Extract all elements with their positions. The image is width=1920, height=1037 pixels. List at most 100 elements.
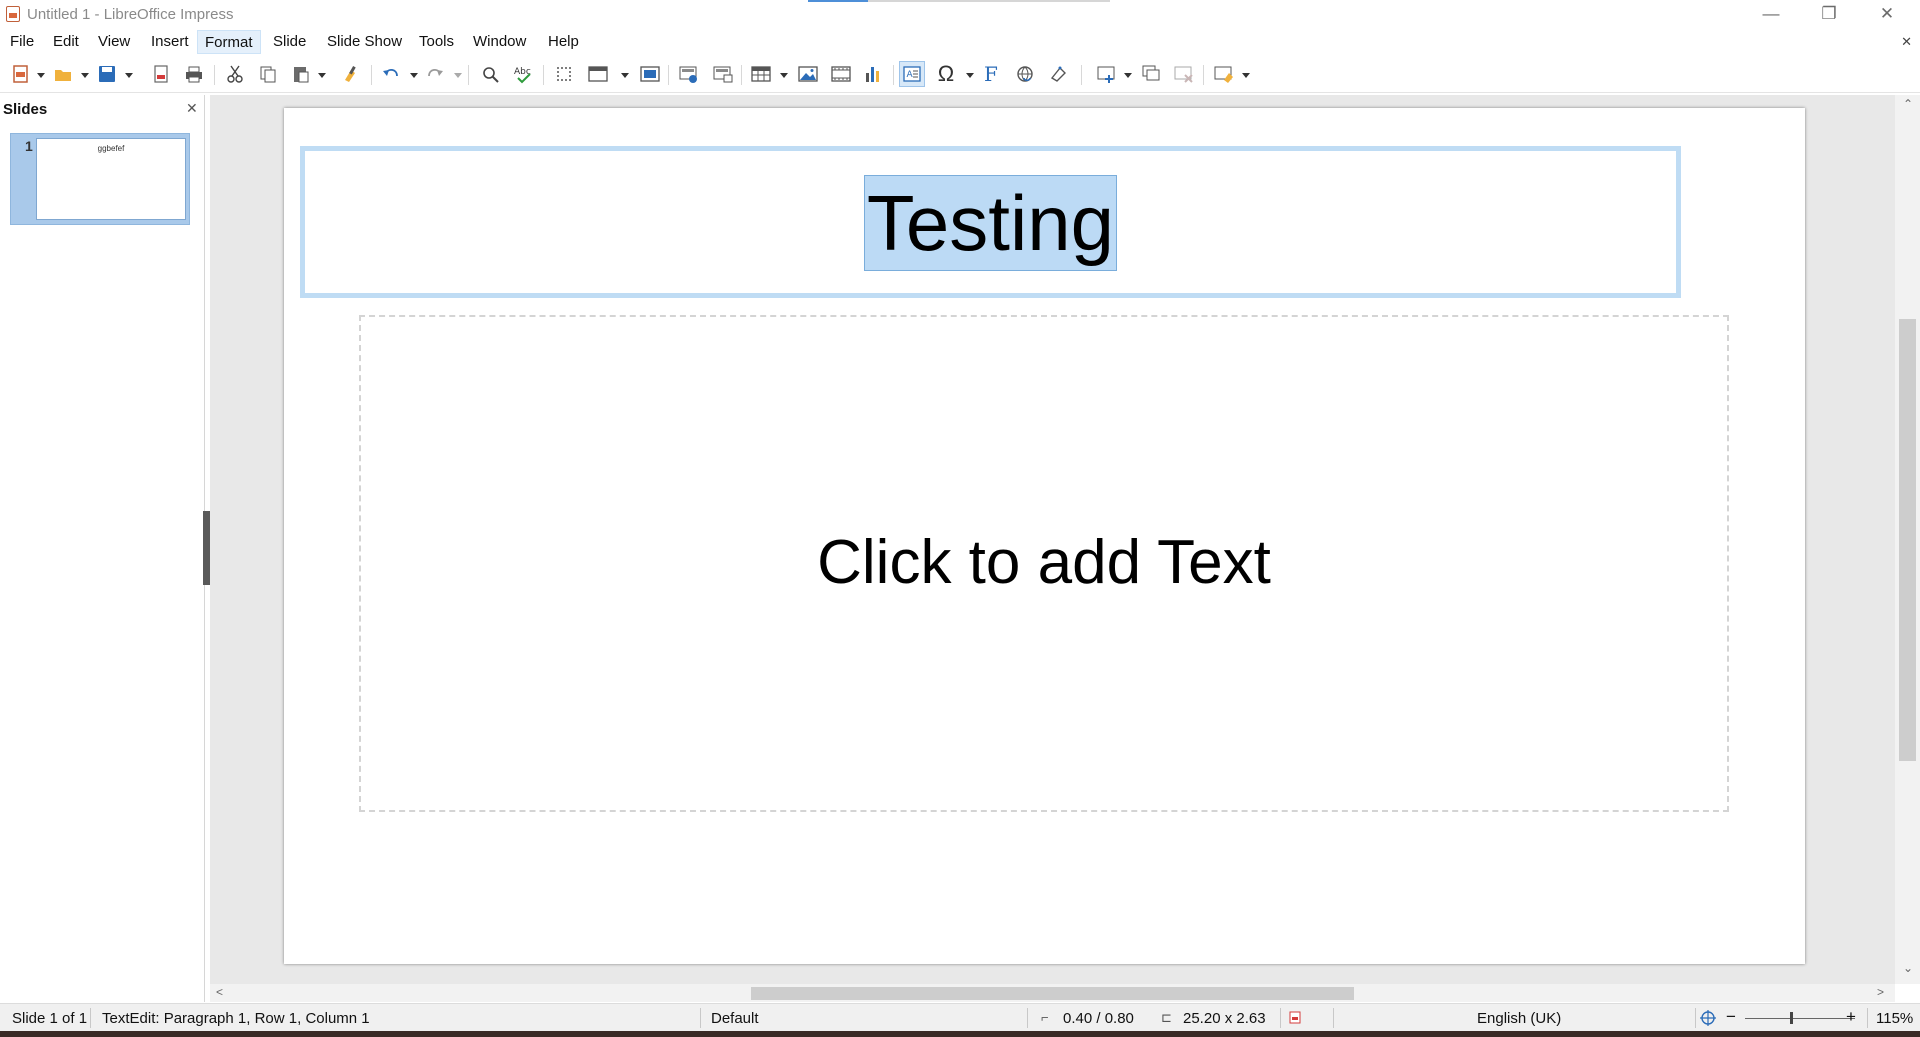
slide-workspace: Testing Click to add Text [210, 95, 1895, 984]
close-document-icon[interactable]: ✕ [1901, 34, 1912, 50]
horizontal-scrollbar[interactable]: < > [210, 984, 1895, 1002]
edit-mode-status: TextEdit: Paragraph 1, Row 1, Column 1 [102, 1010, 370, 1027]
title-bar: Untitled 1 - LibreOffice Impress — ❐ ✕ [0, 0, 1920, 28]
save-dropdown-arrow[interactable] [125, 73, 133, 78]
paste-icon[interactable] [288, 61, 314, 87]
redo-dropdown-arrow[interactable] [454, 73, 462, 78]
spelling-icon[interactable]: Abc [510, 61, 536, 87]
find-replace-icon[interactable] [477, 61, 503, 87]
standard-toolbar: Abc A Ω F [0, 57, 1920, 93]
fontwork-icon[interactable]: F [978, 61, 1004, 87]
save-icon[interactable] [94, 61, 120, 87]
new-slide-icon[interactable] [1094, 61, 1120, 87]
image-icon[interactable] [795, 61, 821, 87]
title-text-box[interactable]: Testing [300, 146, 1681, 298]
display-views-icon[interactable] [585, 61, 611, 87]
impress-app-icon [6, 6, 20, 22]
new-icon[interactable] [8, 61, 34, 87]
paste-dropdown-arrow[interactable] [318, 73, 326, 78]
start-first-slide-icon[interactable] [676, 61, 702, 87]
scroll-up-arrow[interactable]: ⌃ [1903, 97, 1913, 111]
menu-edit[interactable]: Edit [46, 30, 86, 54]
grid-icon[interactable] [551, 61, 577, 87]
scroll-right-arrow[interactable]: > [1877, 985, 1884, 999]
close-window-button[interactable]: ✕ [1859, 0, 1915, 28]
media-icon[interactable] [828, 61, 854, 87]
special-character-icon[interactable]: Ω [933, 61, 959, 87]
document-modified-icon[interactable] [1289, 1011, 1301, 1028]
slides-pane-close-icon[interactable]: ✕ [186, 100, 198, 117]
menu-slide[interactable]: Slide [266, 30, 313, 54]
cursor-position-status: 0.40 / 0.80 [1063, 1010, 1134, 1027]
object-size-status: 25.20 x 2.63 [1183, 1010, 1266, 1027]
display-views-dropdown-arrow[interactable] [621, 73, 629, 78]
master-slide-status[interactable]: Default [711, 1010, 759, 1027]
zoom-slider[interactable] [1745, 1018, 1855, 1019]
redo-icon[interactable] [422, 61, 448, 87]
zoom-out-button[interactable]: − [1726, 1007, 1736, 1027]
slides-pane: Slides ✕ 1 ggbefef [0, 95, 205, 1002]
open-icon[interactable] [50, 61, 76, 87]
print-icon[interactable] [181, 61, 207, 87]
size-icon: ⊏ [1161, 1010, 1172, 1025]
export-pdf-icon[interactable] [148, 61, 174, 87]
scroll-left-arrow[interactable]: < [216, 985, 223, 999]
cut-icon[interactable] [222, 61, 248, 87]
menu-view[interactable]: View [91, 30, 137, 54]
window-title: Untitled 1 - LibreOffice Impress [27, 6, 234, 23]
delete-slide-icon[interactable] [1171, 61, 1197, 87]
content-placeholder-box[interactable]: Click to add Text [359, 315, 1729, 812]
master-slide-icon[interactable] [637, 61, 663, 87]
slides-pane-collapse-handle[interactable] [203, 511, 210, 585]
hyperlink-icon[interactable] [1012, 61, 1038, 87]
duplicate-slide-icon[interactable] [1138, 61, 1164, 87]
slide-thumbnail-text: ggbefef [97, 144, 125, 153]
language-status[interactable]: English (UK) [1477, 1010, 1561, 1027]
minimize-button[interactable]: — [1743, 0, 1799, 28]
zoom-level[interactable]: 115% [1876, 1010, 1913, 1027]
content-placeholder-text[interactable]: Click to add Text [361, 527, 1727, 598]
table-dropdown-arrow[interactable] [780, 73, 788, 78]
chart-icon[interactable] [860, 61, 886, 87]
slide-layout-dropdown-arrow[interactable] [1242, 73, 1250, 78]
position-icon: ⌐ [1041, 1010, 1049, 1025]
undo-icon[interactable] [378, 61, 404, 87]
zoom-in-button[interactable]: + [1846, 1007, 1856, 1027]
undo-dropdown-arrow[interactable] [410, 73, 418, 78]
menu-slide-show[interactable]: Slide Show [320, 30, 409, 54]
table-icon[interactable] [748, 61, 774, 87]
menu-window[interactable]: Window [466, 30, 533, 54]
status-bar: Slide 1 of 1 TextEdit: Paragraph 1, Row … [0, 1003, 1920, 1031]
title-accent-bar-grey [868, 0, 1110, 2]
horizontal-scroll-thumb[interactable] [751, 987, 1354, 1000]
taskbar-edge [0, 1031, 1920, 1037]
scroll-down-arrow[interactable]: ⌄ [1903, 961, 1913, 975]
title-accent-bar [808, 0, 868, 2]
slide-count-status[interactable]: Slide 1 of 1 [12, 1010, 87, 1027]
menu-file[interactable]: File [3, 30, 41, 54]
start-current-slide-icon[interactable] [710, 61, 736, 87]
slide-thumbnail-1[interactable]: 1 ggbefef [10, 133, 190, 225]
slides-pane-title: Slides [3, 101, 48, 118]
slide-title-text[interactable]: Testing [863, 175, 1118, 271]
new-slide-dropdown-arrow[interactable] [1124, 73, 1132, 78]
vertical-scroll-thumb[interactable] [1899, 319, 1916, 761]
text-box-icon[interactable]: A [899, 61, 925, 87]
new-dropdown-arrow[interactable] [37, 73, 45, 78]
slide-layout-icon[interactable] [1211, 61, 1237, 87]
vertical-scrollbar[interactable]: ⌃ ⌄ [1895, 95, 1920, 984]
restore-button[interactable]: ❐ [1801, 0, 1857, 28]
menu-help[interactable]: Help [541, 30, 586, 54]
transformations-icon[interactable] [1045, 61, 1071, 87]
menu-tools[interactable]: Tools [412, 30, 461, 54]
svg-text:A: A [907, 70, 914, 80]
special-character-dropdown-arrow[interactable] [966, 73, 974, 78]
fit-slide-icon[interactable] [1699, 1009, 1717, 1031]
menu-format[interactable]: Format [197, 30, 261, 54]
menu-insert[interactable]: Insert [144, 30, 196, 54]
zoom-slider-knob[interactable] [1790, 1012, 1793, 1024]
copy-icon[interactable] [255, 61, 281, 87]
clone-formatting-icon[interactable] [338, 61, 364, 87]
slide-canvas[interactable]: Testing Click to add Text [284, 108, 1805, 964]
open-dropdown-arrow[interactable] [81, 73, 89, 78]
